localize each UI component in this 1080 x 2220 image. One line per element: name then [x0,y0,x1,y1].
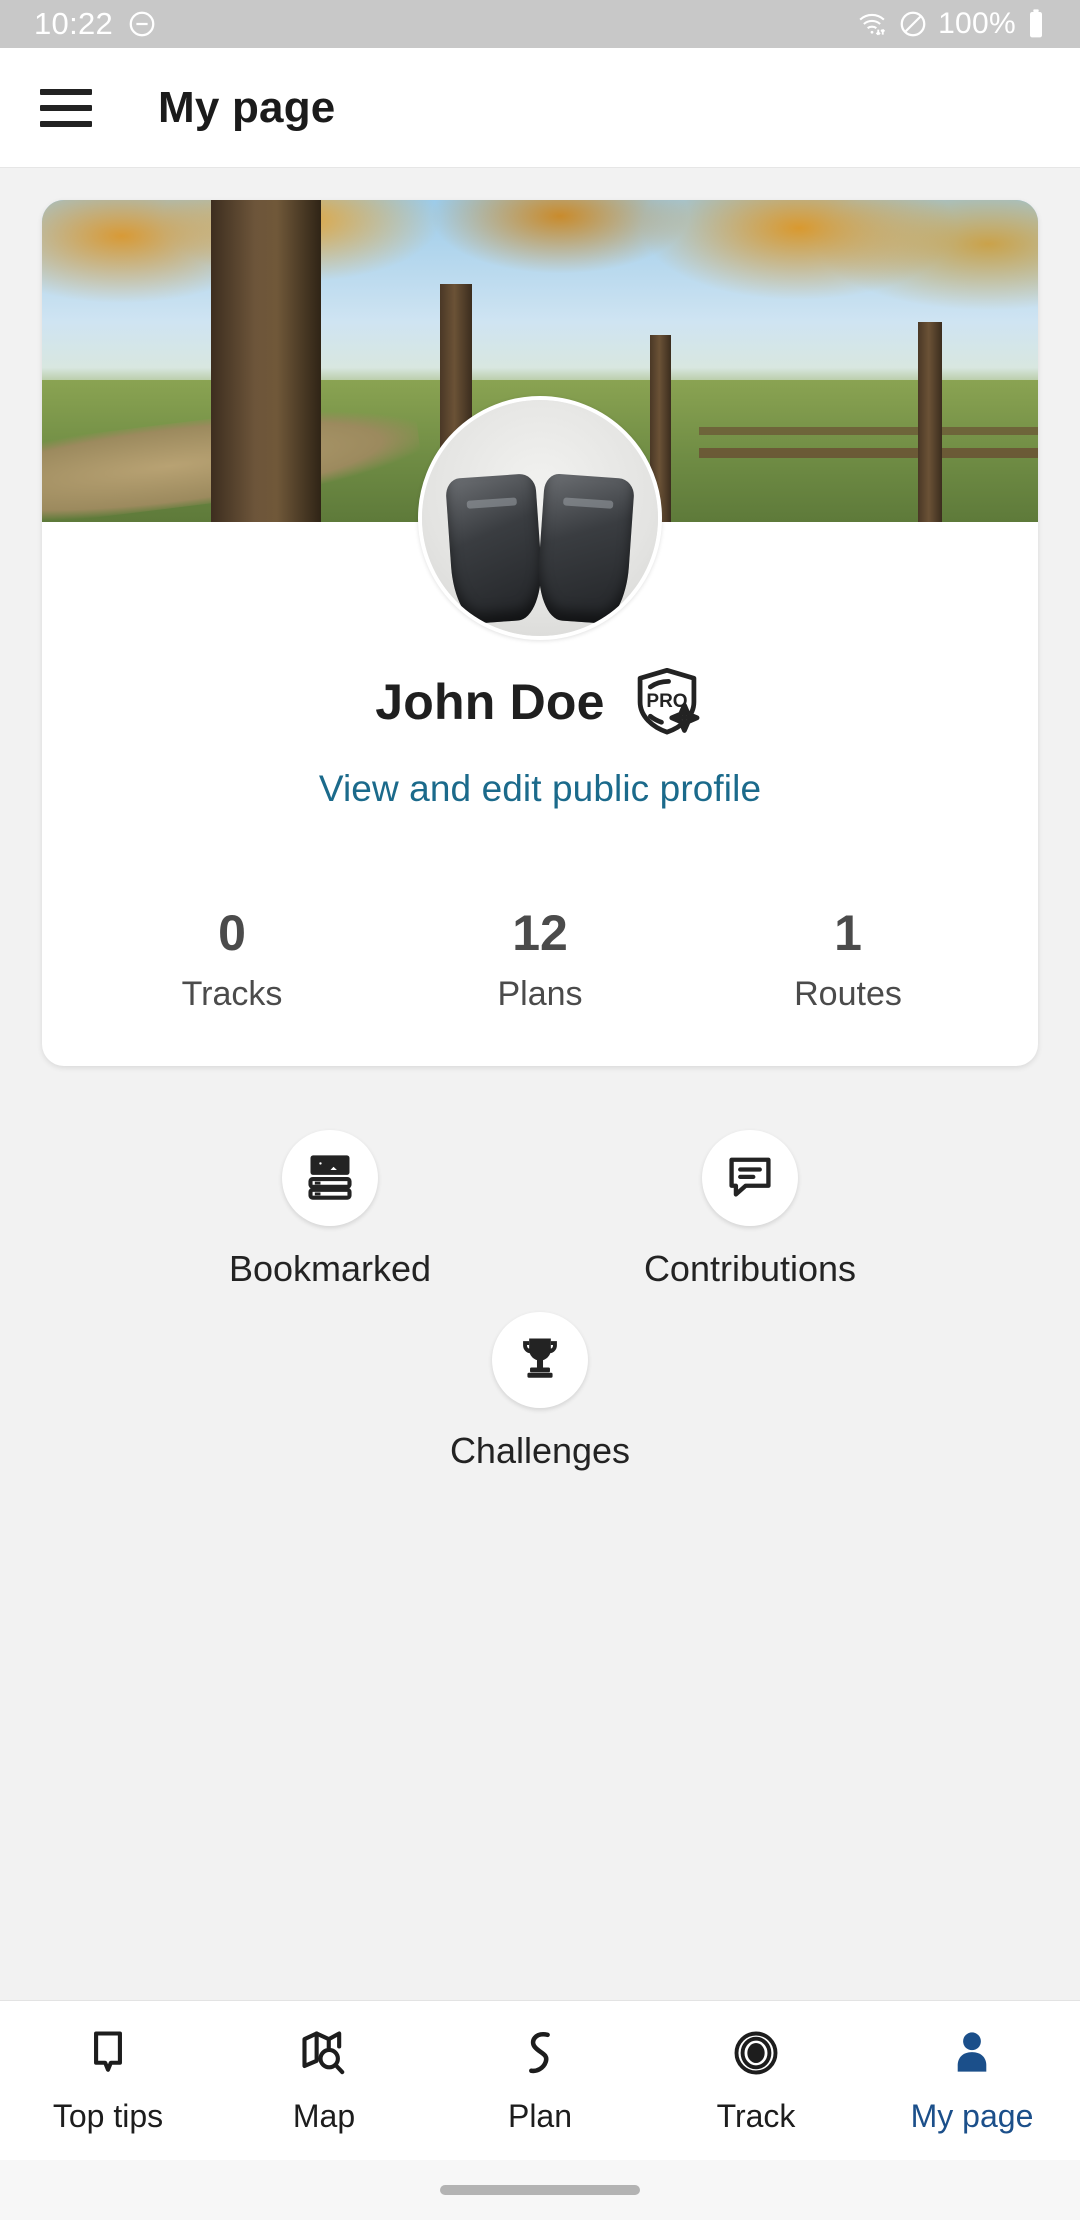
shortcut-icon-circle [492,1312,588,1408]
avatar-boot-right [535,472,635,625]
shortcut-icon-circle [702,1130,798,1226]
stat-routes[interactable]: 1 Routes [694,906,1002,1014]
status-bar: 10:22 100% [0,0,1080,48]
shortcut-contributions[interactable]: Contributions [616,1130,884,1290]
page-title: My page [158,82,336,132]
shortcut-bookmarked[interactable]: Bookmarked [196,1130,464,1290]
shortcut-row: Challenges [120,1312,960,1472]
status-bar-right: 100% [856,7,1046,41]
stat-label: Plans [497,975,583,1013]
bookmarked-list-icon [304,1150,356,1207]
hamburger-line [40,120,92,127]
nav-label: My page [910,2097,1034,2134]
stat-value: 0 [218,905,246,961]
speech-bubble-icon [82,2027,134,2084]
hamburger-line [40,104,92,111]
shortcut-row: Bookmarked Contributions [120,1130,960,1290]
cover-fence [699,447,1038,458]
stat-label: Routes [794,975,902,1013]
avatar-boot-lace [562,497,614,509]
page-content: John Doe PRO View and edit public profil… [0,200,1080,2220]
trophy-icon [514,1332,566,1389]
nav-item-top-tips[interactable]: Top tips [0,2027,216,2135]
minus-circle-icon [127,9,157,39]
stat-plans[interactable]: 12 Plans [386,906,694,1014]
person-icon [946,2027,998,2084]
profile-card: John Doe PRO View and edit public profil… [42,200,1038,1066]
avatar-boot-left [445,472,545,625]
shortcut-label: Bookmarked [228,1248,432,1289]
nav-item-map[interactable]: Map [216,2027,432,2135]
chat-bubble-icon [724,1150,776,1207]
pro-shield-badge: PRO [629,664,705,740]
stat-value: 12 [512,905,568,961]
hamburger-line [40,88,92,95]
cover-tree-trunk [211,200,321,522]
home-gesture-bar[interactable] [440,2185,640,2195]
battery-full-icon [1026,8,1046,40]
nav-item-track[interactable]: Track [648,2027,864,2135]
cover-tree-trunk [918,322,943,522]
avatar-boot-lace [466,497,518,509]
shortcut-label: Challenges [449,1430,631,1471]
cover-fence [699,427,1038,436]
shortcut-grid: Bookmarked Contributions Challenges [0,1130,1080,1472]
nav-label: Track [716,2097,796,2134]
stat-value: 1 [834,905,862,961]
stat-label: Tracks [181,975,283,1013]
battery-percent: 100% [938,7,1016,40]
target-record-icon [730,2027,782,2084]
profile-stats: 0 Tracks 12 Plans 1 Routes [42,906,1038,1014]
avatar[interactable] [418,396,662,640]
status-bar-left: 10:22 [34,6,157,42]
map-search-icon [298,2027,350,2084]
gesture-bar-area [0,2160,1080,2220]
no-sim-icon [898,9,928,39]
profile-name-row: John Doe PRO [42,664,1038,740]
stat-tracks[interactable]: 0 Tracks [78,906,386,1014]
hamburger-menu-icon[interactable] [40,88,92,127]
nav-label: Map [292,2097,356,2134]
shortcut-challenges[interactable]: Challenges [406,1312,674,1472]
wifi-icon [856,9,888,39]
shortcut-label: Contributions [643,1248,857,1289]
nav-label: Plan [507,2097,573,2134]
nav-item-plan[interactable]: Plan [432,2027,648,2135]
view-edit-public-profile-link[interactable]: View and edit public profile [42,768,1038,810]
nav-label: Top tips [52,2097,164,2134]
cover-canopy [42,200,1038,400]
route-curve-icon [514,2027,566,2084]
nav-item-my-page[interactable]: My page [864,2027,1080,2135]
shortcut-icon-circle [282,1130,378,1226]
profile-name: John Doe [375,674,605,730]
bottom-navigation: Top tips Map Plan Track My page [0,2000,1080,2160]
status-time: 10:22 [34,6,114,41]
app-bar: My page [0,48,1080,168]
